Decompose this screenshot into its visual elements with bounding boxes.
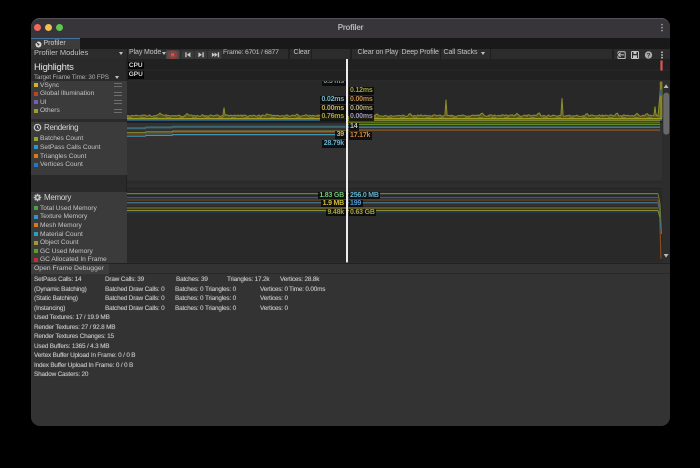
svg-text:?: ? — [647, 52, 651, 59]
